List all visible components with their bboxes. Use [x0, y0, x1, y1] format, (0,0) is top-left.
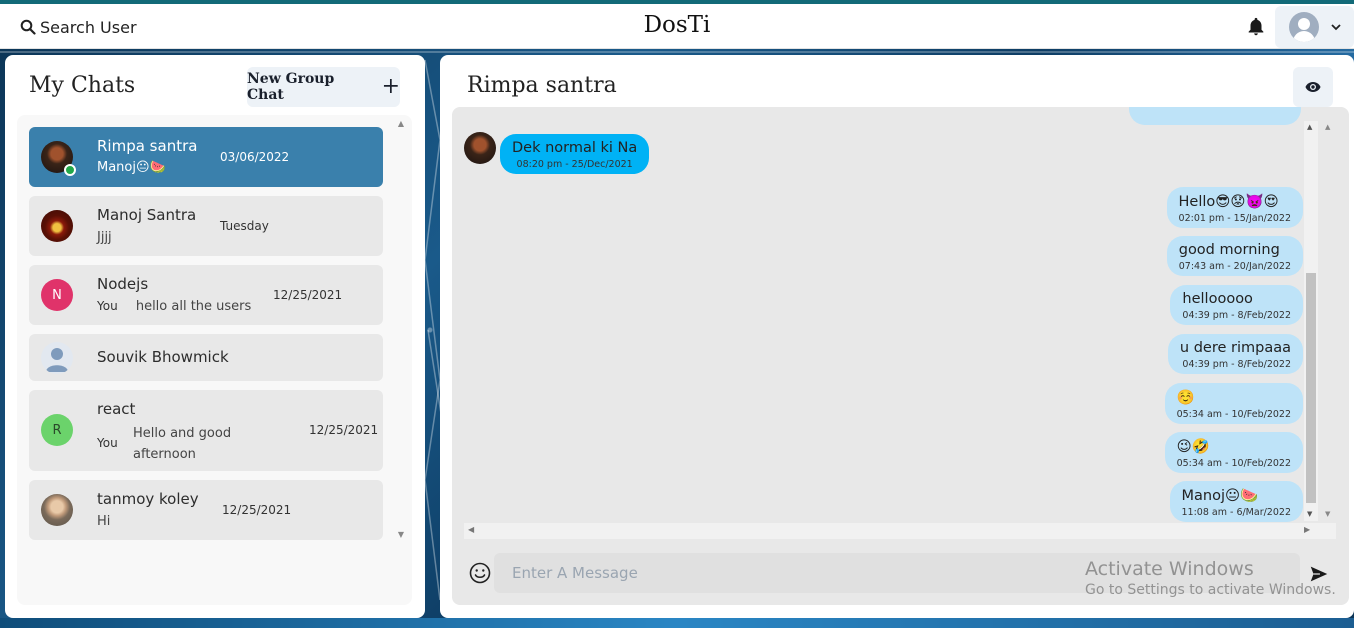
message-text: good morning — [1178, 242, 1280, 258]
message-bubble-clipped — [1129, 107, 1301, 125]
chat-preview: Jjjj — [97, 230, 112, 245]
chat-date: 12/25/2021 — [273, 288, 343, 302]
message-bubble: 😉🤣 05:34 am - 10/Feb/2022 — [1164, 432, 1303, 473]
message-bubble: Hello😎😟👿😍 02:01 pm - 15/Jan/2022 — [1166, 187, 1303, 228]
scrollbar-thumb[interactable] — [1306, 273, 1316, 503]
top-navbar: Search User DosTi — [0, 4, 1354, 49]
message-text: ☺️ — [1176, 390, 1195, 406]
message-text: Dek normal ki Na — [512, 140, 638, 156]
avatar — [41, 494, 73, 526]
you-label: You — [97, 299, 118, 313]
avatar — [1289, 12, 1319, 42]
background-strip — [0, 618, 1354, 628]
message-text: 😉🤣 — [1176, 439, 1210, 455]
message-bubble: u dere rimpaaa 04:39 pm - 8/Feb/2022 — [1167, 334, 1303, 374]
chat-item-souvik-bhowmick[interactable]: Souvik Bhowmick — [29, 334, 383, 381]
message-bubble: ☺️ 05:34 am - 10/Feb/2022 — [1164, 383, 1303, 424]
chat-date: 12/25/2021 — [222, 503, 292, 517]
chat-item-nodejs[interactable]: N Nodejs You hello all the users 12/25/2… — [29, 265, 383, 325]
user-icon — [46, 348, 68, 372]
message-time: 08:20 pm - 25/Dec/2021 — [516, 159, 633, 170]
message-time: 07:43 am - 20/Jan/2022 — [1178, 261, 1291, 272]
conversation-title: Rimpa santra — [467, 73, 617, 98]
watermark-subtitle: Go to Settings to activate Windows. — [1085, 582, 1336, 598]
scroll-up-arrow-icon[interactable]: ▲ — [398, 119, 404, 128]
windows-activation-watermark: Activate Windows Go to Settings to activ… — [1085, 558, 1336, 598]
chat-name: Souvik Bhowmick — [97, 348, 229, 366]
online-status-dot — [64, 164, 76, 176]
message-bubble: Manoj😐🍉 11:08 am - 6/Mar/2022 — [1169, 481, 1303, 522]
conversation-panel: Rimpa santra Dek normal ki Na 08:20 pm -… — [440, 55, 1354, 618]
chat-list[interactable]: ▲ Rimpa santra Manoj😐🍉 03/06/2022 Manoj … — [17, 115, 412, 605]
message-bubble: Dek normal ki Na 08:20 pm - 25/Dec/2021 — [500, 134, 650, 174]
avatar: N — [41, 279, 73, 311]
chevron-down-icon — [1331, 24, 1341, 31]
horizontal-scrollbar[interactable]: ◀ ▶ — [464, 523, 1336, 539]
new-group-chat-label: New Group Chat — [247, 71, 335, 103]
chat-item-rimpa-santra[interactable]: Rimpa santra Manoj😐🍉 03/06/2022 — [29, 127, 383, 187]
message-text: hellooooo — [1182, 291, 1253, 307]
chat-preview: Manoj😐🍉 — [97, 160, 166, 175]
preview-text: hello all the users — [135, 299, 252, 314]
chat-item-manoj-santra[interactable]: Manoj Santra Jjjj Tuesday — [29, 196, 383, 256]
messages-scrollbar[interactable]: ▲ ▼ ▲ ▼ — [1304, 121, 1336, 521]
preview-line: Hello and good — [133, 426, 232, 441]
watermark-title: Activate Windows — [1085, 558, 1254, 580]
message-time: 05:34 am - 10/Feb/2022 — [1176, 458, 1291, 469]
chat-date: Tuesday — [220, 219, 269, 233]
message-time: 11:08 am - 6/Mar/2022 — [1181, 507, 1292, 518]
chat-preview: Hello and good afternoon — [133, 423, 231, 465]
message-time: 04:39 pm - 8/Feb/2022 — [1182, 359, 1291, 370]
messages-area[interactable]: Dek normal ki Na 08:20 pm - 25/Dec/2021 … — [452, 107, 1349, 605]
view-profile-button[interactable] — [1293, 67, 1333, 107]
scroll-up-arrow-icon[interactable]: ▲ — [1325, 123, 1330, 131]
message-time: 02:01 pm - 15/Jan/2022 — [1178, 213, 1291, 224]
scroll-up-arrow-icon[interactable]: ▲ — [1307, 123, 1312, 131]
message-bubble: hellooooo 04:39 pm - 8/Feb/2022 — [1170, 285, 1303, 325]
message-text: Manoj😐🍉 — [1181, 488, 1259, 504]
chat-name: Rimpa santra — [97, 137, 198, 155]
message-time: 04:39 pm - 8/Feb/2022 — [1182, 310, 1291, 321]
avatar — [41, 210, 73, 242]
avatar — [41, 342, 73, 374]
chat-date: 03/06/2022 — [220, 150, 290, 164]
message-text: Hello😎😟👿😍 — [1178, 194, 1279, 210]
eye-icon — [1305, 82, 1321, 92]
my-chats-panel: My Chats New Group Chat + ▲ Rimpa santra… — [5, 55, 425, 618]
new-group-chat-button[interactable]: New Group Chat + — [247, 67, 400, 107]
you-label: You — [97, 436, 118, 450]
my-chats-title: My Chats — [29, 73, 136, 98]
chat-date: 12/25/2021 — [309, 423, 379, 437]
chat-name: react — [97, 400, 136, 418]
plus-icon: + — [381, 74, 400, 99]
scroll-down-arrow-icon[interactable]: ▼ — [398, 530, 404, 539]
app-title: DosTi — [643, 12, 711, 38]
emoji-icon[interactable] — [468, 561, 492, 585]
scroll-down-arrow-icon[interactable]: ▼ — [1307, 510, 1312, 518]
chat-preview: Hi — [97, 514, 111, 529]
chat-preview: You hello all the users — [97, 299, 251, 314]
avatar — [464, 132, 496, 164]
chat-name: Manoj Santra — [97, 206, 197, 224]
scroll-down-arrow-icon[interactable]: ▼ — [1325, 510, 1330, 518]
scroll-left-arrow-icon[interactable]: ◀ — [468, 525, 474, 534]
scroll-right-arrow-icon[interactable]: ▶ — [1304, 525, 1310, 534]
chat-name: tanmoy koley — [97, 490, 199, 508]
message-bubble: good morning 07:43 am - 20/Jan/2022 — [1166, 236, 1303, 276]
chat-name: Nodejs — [97, 275, 149, 293]
message-time: 05:34 am - 10/Feb/2022 — [1176, 409, 1291, 420]
profile-menu-button[interactable] — [1275, 6, 1354, 48]
chat-item-react[interactable]: R react You Hello and good afternoon 12/… — [29, 390, 383, 471]
chat-item-tanmoy-koley[interactable]: tanmoy koley Hi 12/25/2021 — [29, 480, 383, 540]
bell-icon[interactable] — [1245, 16, 1267, 38]
message-text: u dere rimpaaa — [1179, 340, 1291, 356]
avatar: R — [41, 414, 73, 446]
preview-line: afternoon — [133, 447, 196, 462]
